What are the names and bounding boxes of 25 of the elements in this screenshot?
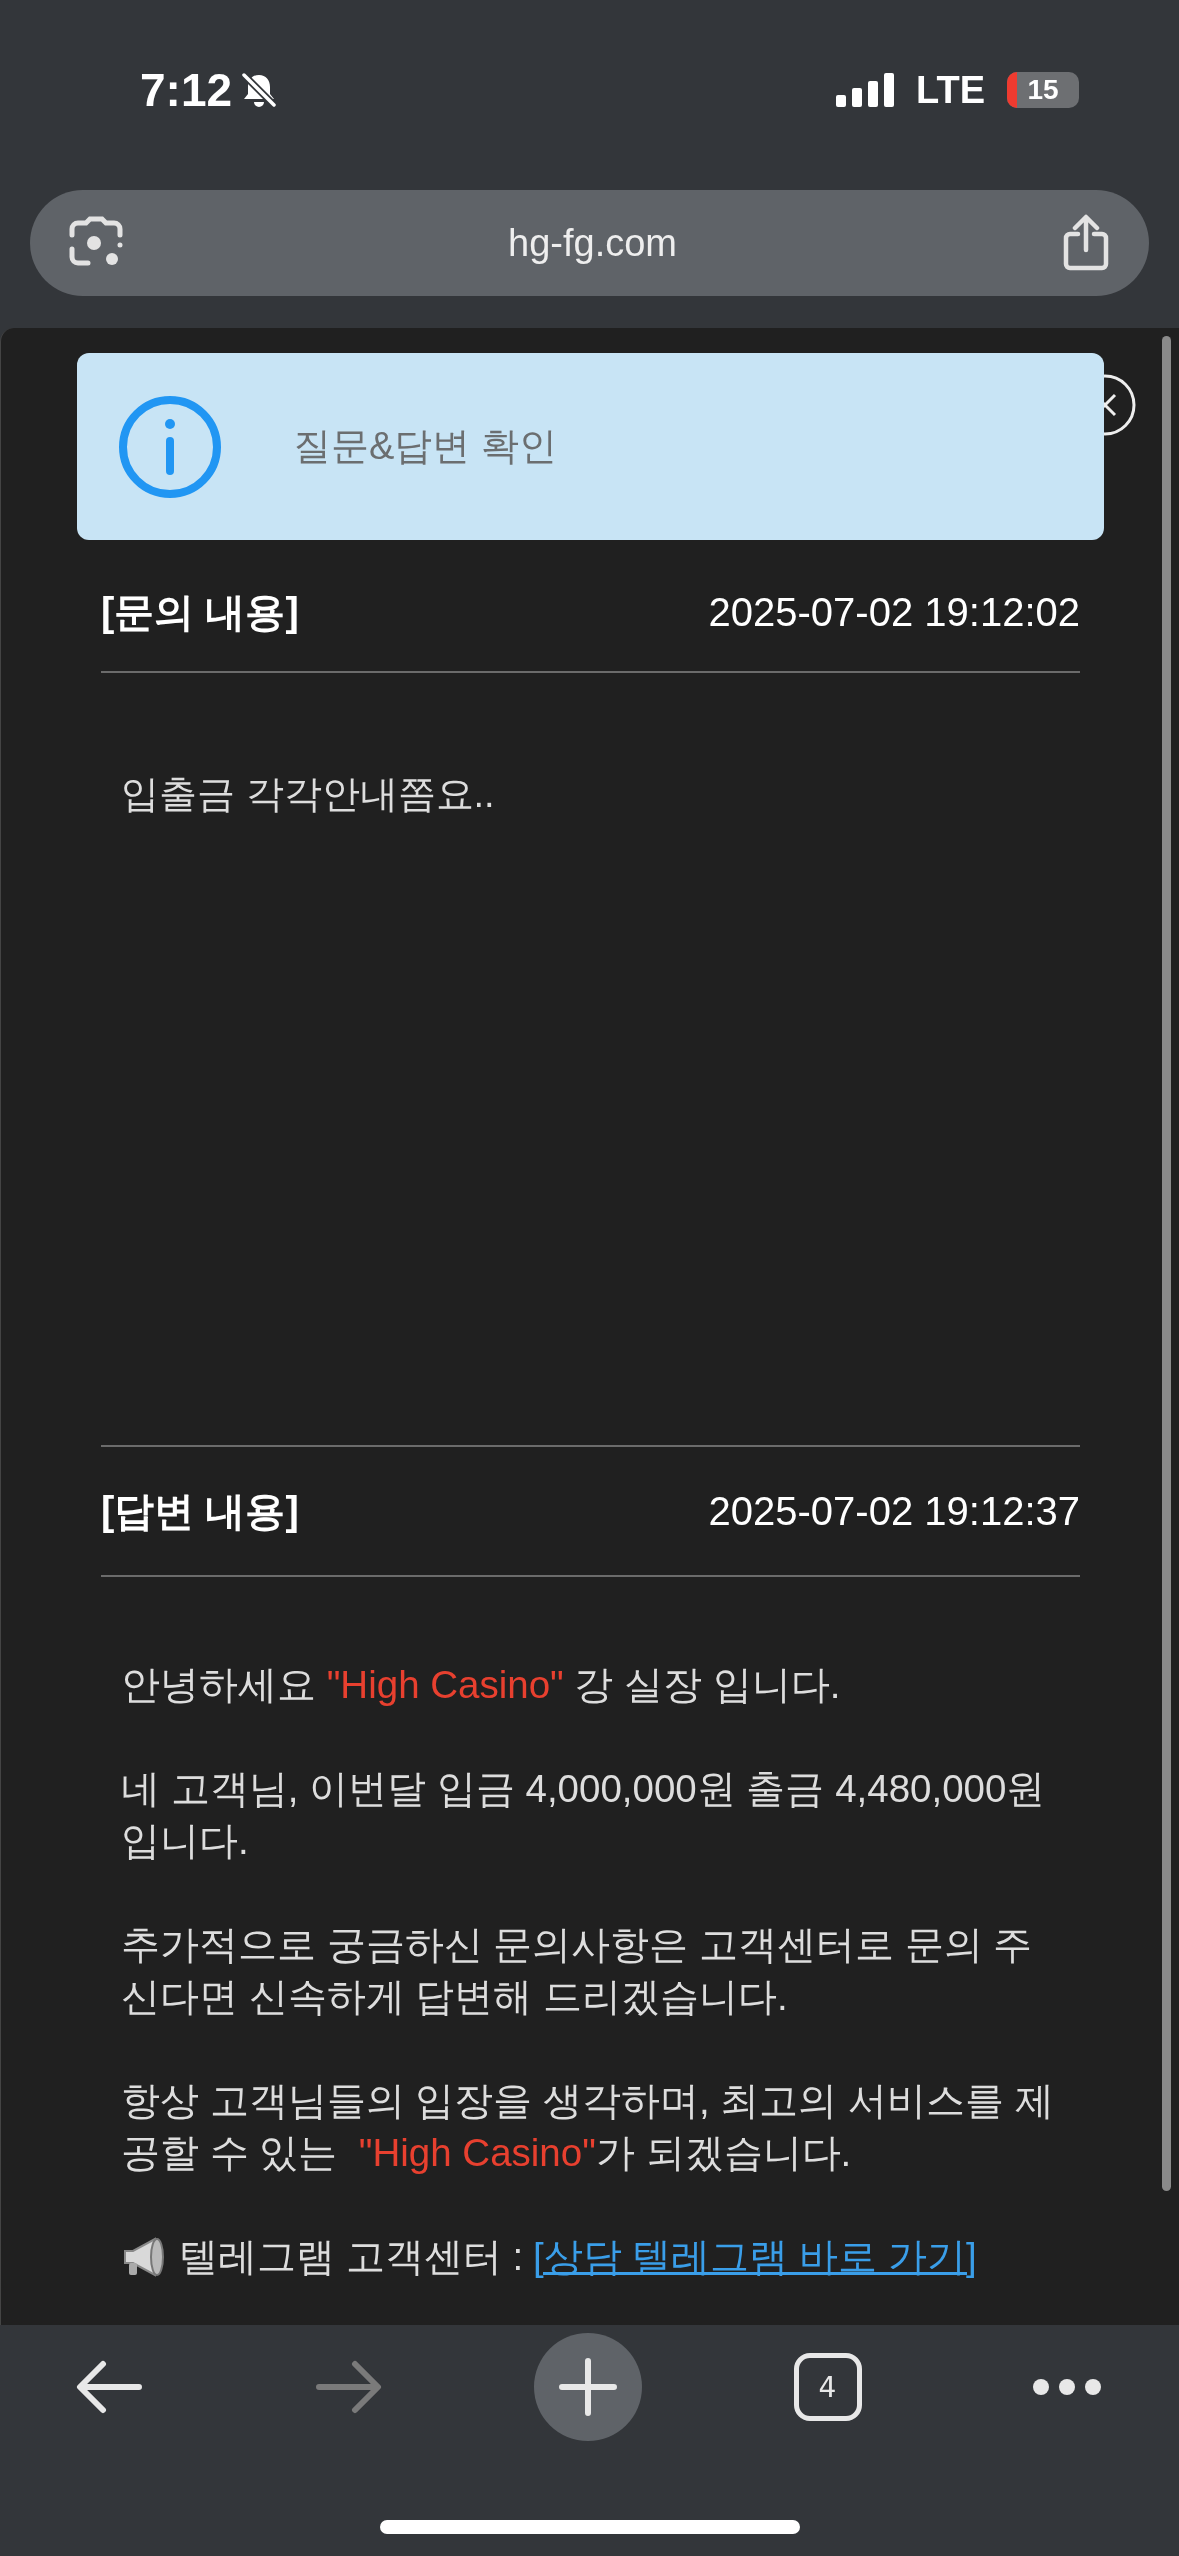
share-icon[interactable] xyxy=(1061,214,1111,272)
info-icon xyxy=(117,393,223,500)
section-heading: [답변 내용] xyxy=(101,1487,299,1535)
back-arrow-icon[interactable] xyxy=(76,2359,142,2415)
scrollbar[interactable] xyxy=(1162,336,1171,2191)
more-icon[interactable] xyxy=(1032,2378,1102,2396)
plus-icon xyxy=(559,2358,617,2416)
tab-count-button[interactable]: 4 xyxy=(793,2353,862,2421)
answer-paragraph: 네 고객님, 이번달 입금 4,000,000원 출금 4,480,000원 입니다. xyxy=(121,1766,1047,1864)
time: 7:12 xyxy=(140,63,233,117)
address-bar[interactable]: hg-fg.com xyxy=(30,190,1149,296)
contact-label: 텔레그램 고객센터 : xyxy=(179,2234,524,2280)
section-heading: [문의 내용] xyxy=(101,588,299,636)
network-label: LTE xyxy=(916,68,985,112)
toast-message: 질문&답변 확인 xyxy=(293,424,557,469)
timestamp: 2025-07-02 19:12:02 xyxy=(708,589,1080,635)
answer-paragraph: 항상 고객님들의 입장을 생각하며, 최고의 서비스를 제공할 수 있는 "High Casino"가 되겠습니다. xyxy=(121,2078,1055,2176)
question-text: 입출금 각각안내쫌요.. xyxy=(121,773,495,815)
answer-paragraph: 안녕하세요 "High Casino" 강 실장 입니다. xyxy=(121,1662,842,1708)
timestamp: 2025-07-02 19:12:37 xyxy=(708,1488,1080,1534)
signal-icon xyxy=(836,73,895,107)
battery-icon: 15 xyxy=(1007,72,1079,108)
answer-paragraph: 추가적으로 궁금하신 문의사항은 고객센터로 문의 주신다면 신속하게 답변해 드리겠습니다. xyxy=(121,1922,1034,2020)
telegram-link[interactable]: [상담 텔레그램 바로 가기] xyxy=(533,2231,977,2283)
url-text[interactable]: hg-fg.com xyxy=(124,221,1061,265)
